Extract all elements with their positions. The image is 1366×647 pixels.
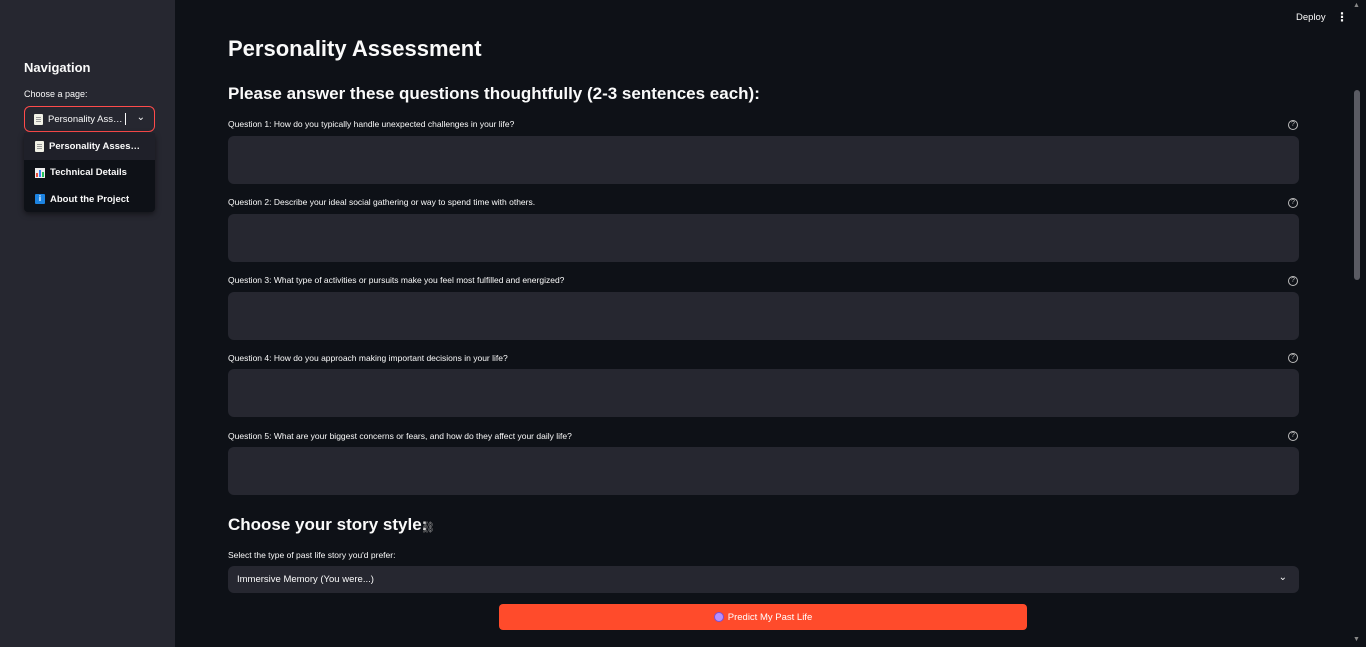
chevron-down-icon: ⌄ [1278,572,1287,583]
story-select-label: Select the type of past life story you'd… [228,550,396,560]
main-menu-icon[interactable]: ⋮ [1336,10,1348,24]
predict-button-label: Predict My Past Life [727,611,813,623]
text-cursor [125,113,126,125]
question-2-label: Question 2: Describe your ideal social g… [228,197,536,207]
crystal-ball-icon [713,612,724,622]
anchor-link-icon[interactable]: ⛓ [421,521,435,534]
deploy-button[interactable]: Deploy [1296,12,1326,23]
page-title: Personality Assessment [228,36,482,61]
page-icon [35,140,44,152]
story-style-select[interactable]: Immersive Memory (You were...) ⌄ [228,566,1299,593]
page-icon [34,113,43,125]
help-icon[interactable]: ? [1288,120,1298,130]
predict-button[interactable]: Predict My Past Life [499,604,1027,630]
dropdown-option-technical-details[interactable]: Technical Details [24,160,155,187]
question-2-input[interactable] [228,214,1299,262]
page-select[interactable]: Personality Assessment ⌄ [24,106,155,132]
page-select-value: Personality Assessment [48,113,123,125]
question-3-input[interactable] [228,292,1299,340]
story-style-title: Choose your story style: [228,515,428,534]
page-dropdown-menu: Personality Assessment Technical Details… [24,133,155,212]
sidebar-title: Navigation [24,60,91,75]
question-4-input[interactable] [228,369,1299,417]
question-4-label: Question 4: How do you approach making i… [228,353,508,363]
scroll-down-arrow-icon[interactable]: ▼ [1353,636,1360,643]
scrollbar-thumb[interactable] [1354,90,1360,280]
question-1-label: Question 1: How do you typically handle … [228,119,515,129]
chart-icon [35,167,45,178]
page-select-label: Choose a page: [24,89,88,99]
help-icon[interactable]: ? [1288,353,1298,363]
help-icon[interactable]: ? [1288,431,1298,441]
info-icon: i [35,194,45,205]
question-5-label: Question 5: What are your biggest concer… [228,431,572,441]
chevron-down-icon: ⌄ [136,112,145,123]
sidebar: Navigation Choose a page: Personality As… [0,0,175,647]
dropdown-option-personality-assessment[interactable]: Personality Assessment [24,133,155,160]
question-1-input[interactable] [228,136,1299,184]
dropdown-option-about-the-project[interactable]: i About the Project [24,186,155,213]
question-5-input[interactable] [228,447,1299,495]
story-select-value: Immersive Memory (You were...) [237,574,374,585]
help-icon[interactable]: ? [1288,276,1298,286]
questions-subheader: Please answer these questions thoughtful… [228,84,760,103]
help-icon[interactable]: ? [1288,198,1298,208]
scroll-up-arrow-icon[interactable]: ▲ [1353,2,1360,9]
question-3-label: Question 3: What type of activities or p… [228,275,565,285]
